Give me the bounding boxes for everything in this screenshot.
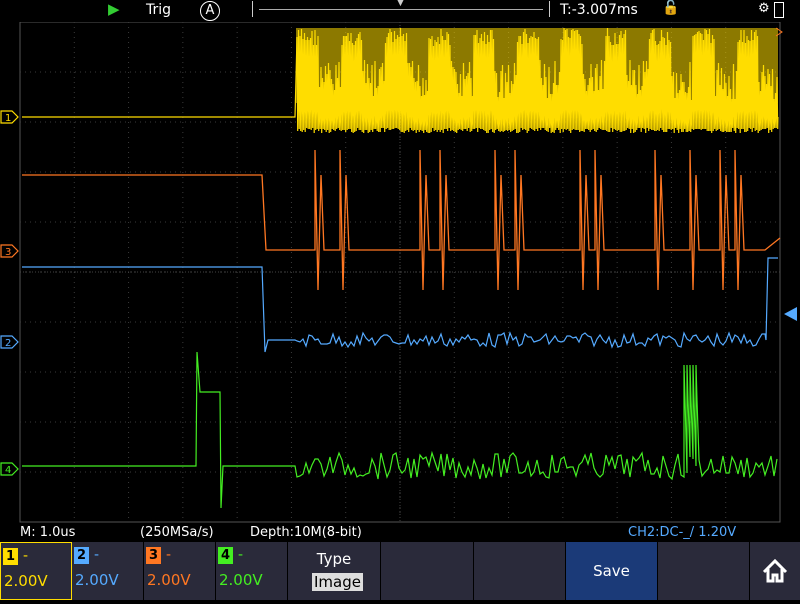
top-status-bar: ▶ Trig A ▼ T:-3.007ms 🔓 ⚙ bbox=[0, 0, 800, 22]
ch1-number: 1 bbox=[3, 548, 18, 565]
ch2-coupling: - bbox=[94, 547, 100, 563]
ch2-scale: 2.00V bbox=[75, 571, 119, 589]
home-icon bbox=[762, 558, 788, 583]
usb-icon: ⚙ bbox=[758, 1, 770, 16]
ch4-marker-label: 4 bbox=[5, 465, 11, 476]
ch3-marker-label: 3 bbox=[5, 247, 11, 258]
softkey-blank-1[interactable] bbox=[381, 542, 474, 600]
ch2-marker-label: 2 bbox=[5, 338, 11, 349]
softkey-blank-2[interactable] bbox=[474, 542, 566, 600]
memory-pointer-icon: ▼ bbox=[397, 0, 404, 8]
ch1-marker-label: 1 bbox=[5, 113, 11, 124]
softkey-bar: 1 - 2.00V 2 - 2.00V 3 - 2.00V 4 - 2.00V … bbox=[0, 542, 800, 600]
ch4-softkey[interactable]: 4 - 2.00V bbox=[216, 542, 288, 600]
ch3-softkey[interactable]: 3 - 2.00V bbox=[144, 542, 216, 600]
ch1-softkey[interactable]: 1 - 2.00V bbox=[0, 542, 72, 600]
ch3-scale: 2.00V bbox=[147, 571, 191, 589]
memory-position-bar[interactable]: ▼ bbox=[252, 0, 550, 17]
type-value: Image bbox=[312, 573, 363, 591]
type-softkey[interactable]: Type Image bbox=[288, 542, 381, 600]
trigger-info[interactable]: CH2:DC-_/ 1.20V bbox=[628, 525, 736, 540]
home-button[interactable] bbox=[750, 542, 800, 600]
info-bar: M: 1.0us (250MSa/s) Depth:10M(8-bit) CH2… bbox=[0, 524, 800, 542]
ch4-coupling: - bbox=[238, 547, 244, 563]
ch2-number: 2 bbox=[74, 547, 89, 564]
ch2-softkey[interactable]: 2 - 2.00V bbox=[72, 542, 144, 600]
save-button[interactable]: Save bbox=[566, 542, 658, 600]
ch3-coupling: - bbox=[166, 547, 172, 563]
time-offset: T:-3.007ms bbox=[560, 2, 638, 18]
memory-bar-line bbox=[259, 9, 543, 10]
type-label: Type bbox=[316, 550, 352, 568]
ch4-number: 4 bbox=[218, 547, 233, 564]
ch3-number: 3 bbox=[146, 547, 161, 564]
ch1-coupling: - bbox=[23, 548, 29, 564]
waveform-display[interactable]: 1 3 2 4 bbox=[0, 0, 800, 524]
run-state-icon[interactable]: ▶ bbox=[108, 0, 120, 18]
softkey-blank-3[interactable] bbox=[658, 542, 750, 600]
save-label: Save bbox=[593, 562, 630, 580]
ch1-scale: 2.00V bbox=[4, 572, 48, 590]
trigger-mode-badge[interactable]: A bbox=[200, 1, 220, 21]
trig-label: Trig bbox=[146, 2, 172, 18]
memory-depth: Depth:10M(8-bit) bbox=[250, 525, 362, 540]
lock-icon[interactable]: 🔓 bbox=[662, 0, 679, 16]
ch1-burst-fill bbox=[296, 28, 778, 103]
battery-icon bbox=[774, 2, 784, 18]
timebase[interactable]: M: 1.0us bbox=[20, 525, 75, 540]
ch4-scale: 2.00V bbox=[219, 571, 263, 589]
sample-rate: (250MSa/s) bbox=[140, 525, 214, 540]
